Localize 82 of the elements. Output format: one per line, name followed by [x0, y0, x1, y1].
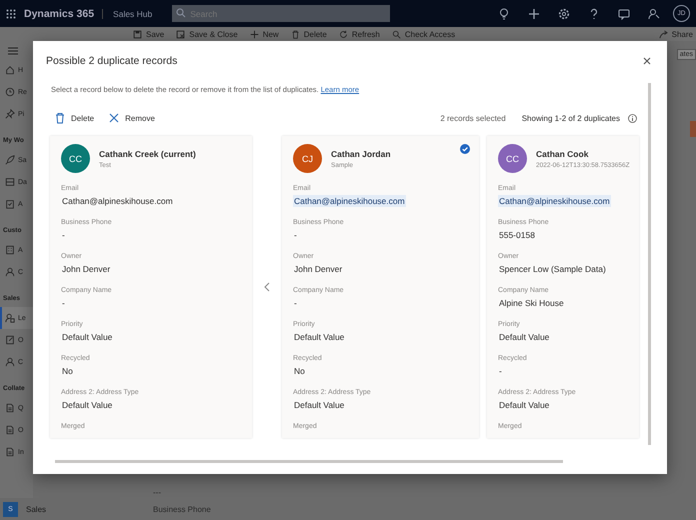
field-value: - [61, 297, 66, 309]
field-value: Default Value [498, 399, 550, 411]
record-name: Cathan Cook [536, 148, 590, 158]
share-button[interactable]: Share [656, 28, 696, 40]
app-name[interactable]: Dynamics 365 [24, 8, 94, 20]
clipboard-icon [5, 199, 15, 209]
duplicates-count: Showing 1-2 of 2 duplicates [522, 114, 620, 122]
help-icon[interactable] [588, 8, 600, 20]
toolbar-button[interactable]: Delete [51, 110, 98, 126]
command-button[interactable]: Check Access [388, 28, 458, 40]
field-value: Default Value [293, 399, 346, 411]
plus-icon [250, 30, 259, 38]
save-icon [176, 30, 186, 38]
close-icon [108, 112, 120, 124]
home-icon [5, 65, 15, 75]
dashboard-icon [5, 177, 15, 187]
field-value: John Denver [61, 263, 112, 275]
pin-icon [5, 109, 15, 119]
app-area-name: Sales Hub [102, 8, 152, 18]
field-value: - [61, 229, 66, 241]
person-icon[interactable] [648, 8, 660, 20]
record-card[interactable] [487, 136, 639, 438]
trash-icon [290, 30, 300, 38]
record-name: Cathank Creek (current) [99, 148, 196, 158]
refresh-icon [338, 30, 348, 38]
plus-icon[interactable] [528, 8, 540, 20]
field-value: Cathan@alpineskihouse.com [293, 195, 406, 207]
magnifier-icon [392, 30, 401, 38]
building-icon [5, 245, 15, 255]
checkmark-circle-icon[interactable] [460, 144, 470, 154]
app-launcher-icon[interactable] [6, 8, 16, 18]
record-name: Cathan Jordan [331, 148, 391, 158]
menu-icon[interactable] [8, 47, 18, 55]
tab-marker [690, 121, 696, 137]
chat-icon[interactable] [618, 8, 630, 20]
field-value: - [498, 365, 503, 377]
field-value: Default Value [293, 331, 346, 343]
document-icon [5, 425, 15, 435]
command-button[interactable]: New [246, 28, 282, 40]
person-icon [5, 267, 15, 277]
field-value: No [293, 365, 306, 377]
lightbulb-icon[interactable] [498, 8, 510, 20]
command-button[interactable]: Refresh [336, 28, 383, 40]
command-button[interactable]: Delete [288, 28, 330, 40]
field-value: Alpine Ski House [498, 297, 565, 309]
field-value: - [293, 297, 298, 309]
dialog-title: Possible 2 duplicate records [46, 55, 178, 67]
search-icon [176, 8, 186, 18]
field-value: Default Value [61, 399, 114, 411]
document-icon [5, 447, 15, 457]
field-value: Default Value [61, 331, 114, 343]
save-icon [133, 30, 142, 38]
scrollbar[interactable] [648, 83, 651, 445]
field-value: Default Value [498, 331, 550, 343]
toolbar-button[interactable]: Remove [105, 110, 158, 126]
selection-count: 2 records selected [440, 114, 506, 122]
share-icon [658, 30, 668, 38]
field-value: John Denver [293, 263, 344, 275]
field-value: Cathan@alpineskihouse.com [498, 195, 611, 207]
field-label: Business Phone [153, 505, 212, 514]
field-value: No [61, 365, 74, 377]
close-icon[interactable] [643, 57, 651, 65]
clock-icon [5, 87, 15, 97]
chevron-left-icon[interactable] [264, 282, 270, 292]
settings-icon[interactable] [558, 8, 570, 20]
info-icon[interactable] [628, 114, 637, 122]
avatar: CC [498, 144, 527, 173]
field-value: --- [153, 488, 162, 497]
field-value: Cathan@alpineskihouse.com [61, 195, 174, 207]
command-button[interactable]: Save [130, 28, 168, 40]
document-icon [5, 403, 15, 413]
document-icon [5, 335, 15, 345]
command-button[interactable]: Save & Close [173, 28, 241, 40]
scrollbar[interactable] [55, 460, 563, 463]
field-value: - [293, 229, 298, 241]
avatar: CJ [293, 144, 322, 173]
avatar: CC [61, 144, 90, 173]
person-icon [5, 357, 15, 367]
area-name: Sales [26, 504, 46, 514]
trash-icon [54, 112, 66, 124]
field-value: 555-0158 [498, 229, 536, 241]
field-value: Spencer Low (Sample Data) [498, 263, 607, 275]
